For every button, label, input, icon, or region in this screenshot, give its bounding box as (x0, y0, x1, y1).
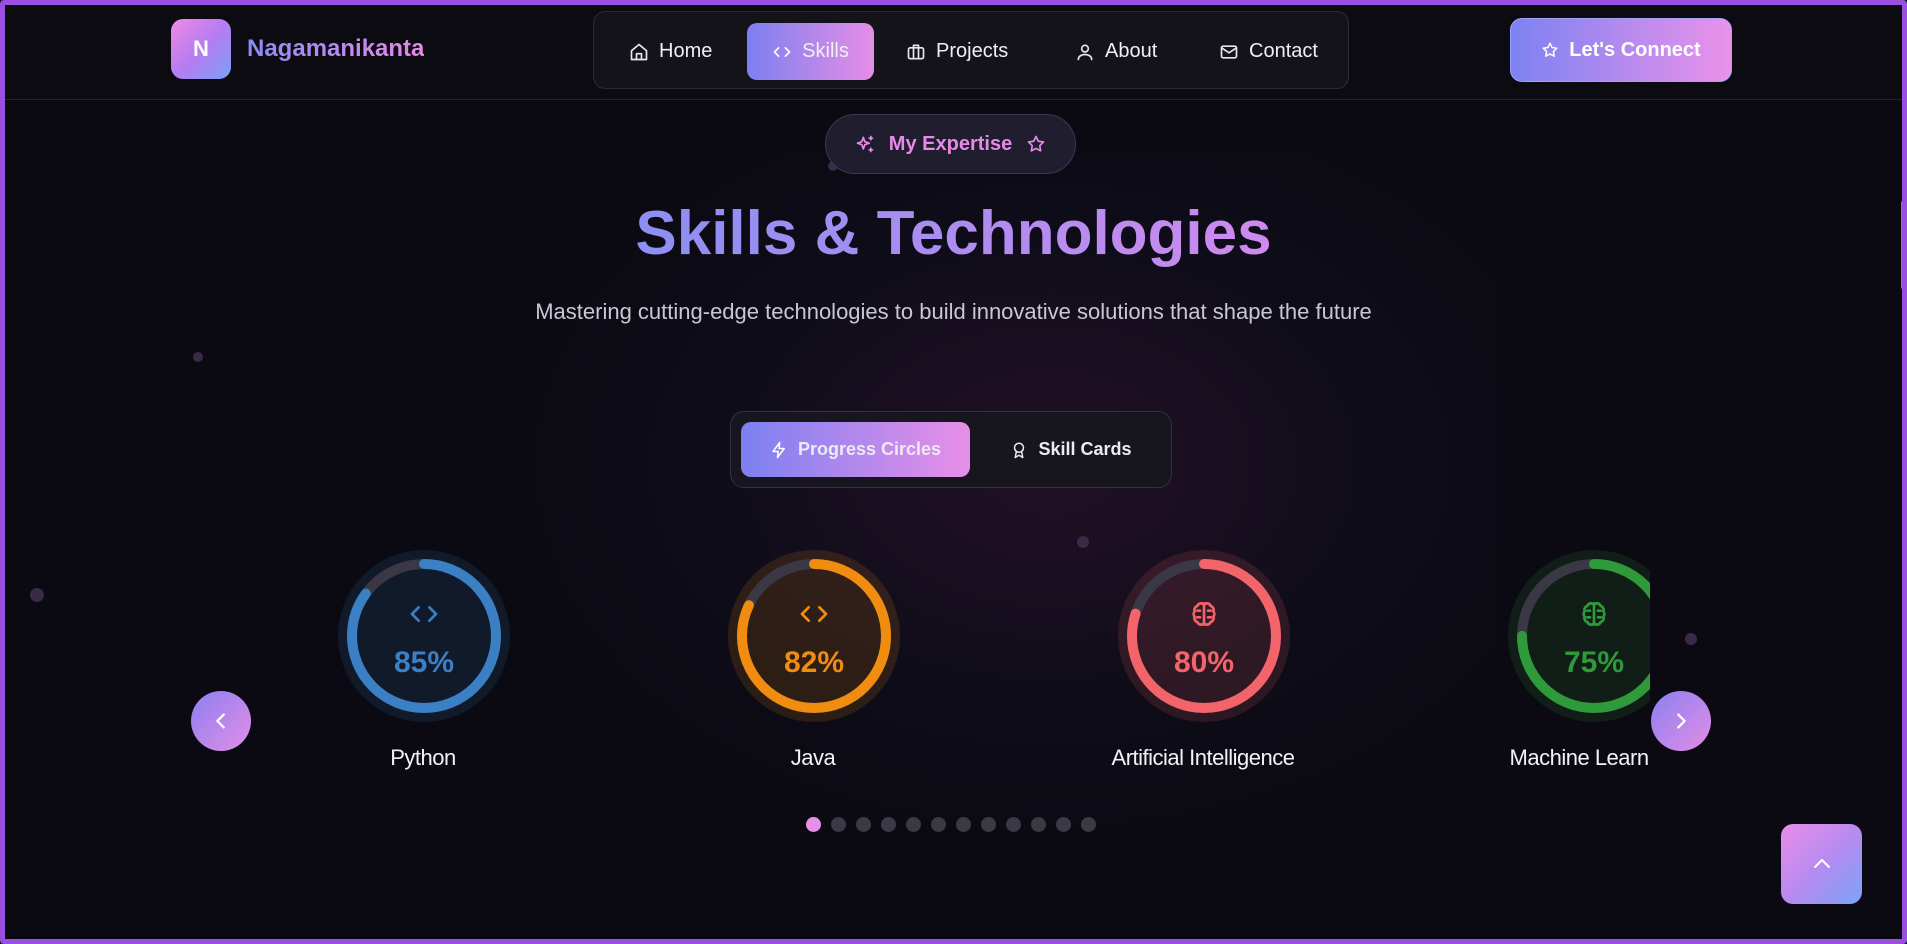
brand[interactable]: N Nagamanikanta (171, 19, 424, 79)
pagination-dot[interactable] (1031, 817, 1046, 832)
mail-icon (1220, 44, 1238, 59)
progress-circles-label: Progress Circles (797, 439, 942, 459)
pagination-dot[interactable] (1081, 817, 1096, 832)
nav-item-projects[interactable]: Projects (892, 23, 1022, 80)
nav-item-about[interactable]: About (1061, 23, 1171, 80)
pagination-dot[interactable] (881, 817, 896, 832)
pagination-dot[interactable] (856, 817, 871, 832)
section-title: Skills & Technologies (635, 199, 1272, 268)
nav-item-contact[interactable]: Contact (1205, 23, 1332, 80)
progress-ring: 85% (336, 548, 512, 724)
chevron-right-icon (1677, 713, 1686, 729)
star-icon (1027, 135, 1045, 152)
nav-item-home[interactable]: Home (615, 23, 726, 80)
lets-connect-button[interactable]: Let's Connect (1510, 18, 1732, 82)
pagination-dot[interactable] (906, 817, 921, 832)
skill-name: Python (390, 745, 456, 770)
skill-cards-button[interactable]: Skill Cards (981, 422, 1161, 477)
scroll-to-top-button[interactable] (1781, 824, 1862, 904)
decorative-dot (1685, 633, 1697, 645)
briefcase-icon (907, 44, 925, 60)
pagination-dot[interactable] (1056, 817, 1071, 832)
brand-name[interactable]: Nagamanikanta (247, 35, 424, 63)
nav-item-skills[interactable]: Skills (747, 23, 874, 80)
carousel-next-button[interactable] (1651, 691, 1711, 751)
nav-item-label: Projects (936, 40, 1009, 62)
section-subtitle: Mastering cutting-edge technologies to b… (535, 299, 1372, 324)
lets-connect-label: Let's Connect (1569, 38, 1701, 61)
carousel-prev-button[interactable] (191, 691, 251, 751)
decorative-dot (193, 352, 203, 362)
pagination-dot[interactable] (931, 817, 946, 832)
pagination-dot[interactable] (956, 817, 971, 832)
chevron-up-icon (1813, 859, 1830, 868)
pagination-dot[interactable] (1006, 817, 1021, 832)
skills-carousel: 85% Python 82% Java 80% Artificial Intelligen… (250, 540, 1650, 790)
nav-item-label: Contact (1249, 40, 1318, 62)
skill-name: Java (790, 745, 836, 770)
pagination-dot[interactable] (831, 817, 846, 832)
progress-ring: 80% (1116, 548, 1292, 724)
decorative-dot (30, 588, 44, 602)
progress-ring: 82% (726, 548, 902, 724)
carousel-pagination (806, 817, 1096, 832)
main-nav: Home Skills Projects About Contact (593, 11, 1349, 89)
code-icon (800, 606, 828, 622)
home-icon (630, 43, 648, 60)
brand-logo[interactable]: N (171, 19, 231, 79)
pagination-dot[interactable] (806, 817, 821, 832)
code-icon (410, 606, 438, 622)
view-toggle: Progress Circles Skill Cards (730, 411, 1172, 488)
expertise-badge: My Expertise (825, 114, 1076, 174)
skill-percent: 75% (1563, 646, 1625, 679)
skill-percent: 80% (1173, 646, 1235, 679)
award-icon (1014, 442, 1025, 458)
skill-percent: 82% (783, 646, 845, 679)
nav-item-label: Skills (802, 40, 849, 62)
user-icon (1077, 44, 1093, 60)
brain-icon (1192, 602, 1216, 626)
star-icon (1542, 42, 1558, 57)
nav-item-label: Home (659, 40, 713, 62)
chevron-left-icon (216, 713, 225, 729)
skill-name: Artificial Intelligence (1111, 745, 1295, 770)
nav-item-label: About (1105, 40, 1158, 62)
lightning-icon (772, 441, 785, 458)
sparkles-icon (856, 135, 874, 153)
progress-circles-button[interactable]: Progress Circles (741, 422, 970, 477)
brain-icon (1582, 602, 1606, 626)
top-navigation-bar: N Nagamanikanta Home Skills Projects Abo… (5, 5, 1902, 100)
skill-percent: 85% (393, 646, 455, 679)
code-icon (773, 46, 791, 57)
pagination-dot[interactable] (981, 817, 996, 832)
progress-ring: 75% (1506, 548, 1650, 724)
skill-cards-label: Skill Cards (1038, 439, 1132, 459)
expertise-badge-label: My Expertise (888, 132, 1013, 155)
skill-name: Machine Learning (1509, 745, 1650, 770)
